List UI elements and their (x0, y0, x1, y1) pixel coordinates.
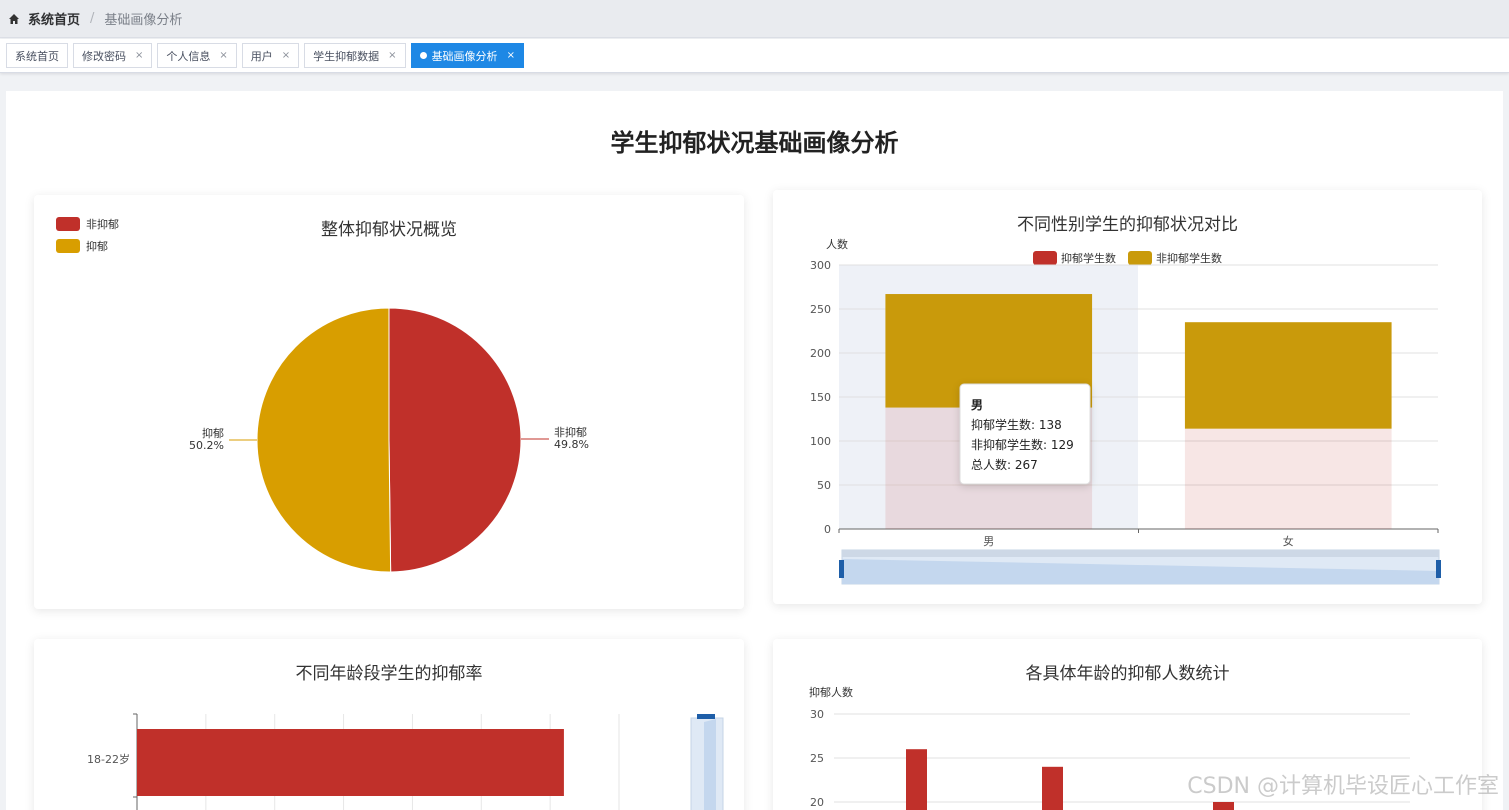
age-group-bar-chart: 18-22岁 (87, 713, 724, 810)
bar-legend-item[interactable]: 抑郁学生数 (1033, 251, 1116, 265)
zoom-data-shadow (704, 719, 716, 810)
close-icon[interactable]: × (507, 50, 515, 61)
tab-users[interactable]: 用户 × (241, 43, 300, 68)
legend-swatch (56, 239, 80, 253)
watermark: CSDN @计算机毕设匠心工作室 (1187, 774, 1499, 799)
pie-legend-item[interactable]: 非抑郁 (56, 217, 119, 231)
bar[interactable] (1042, 766, 1063, 810)
pie-chart: 非抑郁 抑郁 非抑郁 49.8% 抑郁 50.2% (56, 217, 589, 573)
tab-home[interactable]: 系统首页 (6, 43, 68, 68)
gender-bar-chart: 人数 抑郁学生数 非抑郁学生数 050100150200250300 男女 男 … (810, 238, 1441, 585)
x-tick-label: 女 (1283, 534, 1294, 548)
tooltip-line: 非抑郁学生数: 129 (971, 437, 1074, 452)
legend-swatch (1128, 251, 1152, 265)
y-tick-label: 150 (810, 391, 831, 404)
y-tick-label: 300 (810, 259, 831, 272)
y-tick-label: 100 (810, 435, 831, 448)
main-content: 学生抑郁状况基础画像分析 整体抑郁状况概览 非抑郁 抑郁 非抑郁 49.8% 抑… (6, 91, 1503, 810)
tab-label: 学生抑郁数据 (313, 49, 380, 63)
legend-swatch (56, 217, 80, 231)
pie-label-name: 抑郁 (202, 426, 224, 440)
tooltip-line: 抑郁学生数: 138 (971, 417, 1062, 432)
home-icon[interactable] (8, 13, 20, 25)
tab-change-password[interactable]: 修改密码 × (73, 43, 153, 68)
zoom-handle-top[interactable] (697, 714, 715, 719)
zoom-top-bar[interactable] (842, 550, 1439, 557)
legend-label: 抑郁 (86, 239, 108, 253)
bar[interactable] (1184, 428, 1392, 529)
close-icon[interactable]: × (388, 50, 396, 61)
tab-portrait-analysis[interactable]: 基础画像分析 × (410, 43, 524, 68)
tab-label: 系统首页 (15, 49, 59, 63)
breadcrumb: 系统首页 / 基础画像分析 (0, 0, 1509, 38)
tooltip-line: 总人数: 267 (971, 457, 1038, 472)
y-tick-label: 200 (810, 347, 831, 360)
active-dot-icon (419, 52, 427, 59)
y-tick-label: 25 (810, 752, 824, 765)
tab-label: 用户 (250, 49, 273, 63)
zoom-handle-left[interactable] (839, 560, 844, 578)
y-axis-label: 人数 (826, 238, 848, 251)
data-zoom-slider[interactable] (839, 549, 1441, 585)
card-overall-pie: 整体抑郁状况概览 非抑郁 抑郁 非抑郁 49.8% 抑郁 50.2% (34, 195, 744, 609)
y-tick-label: 0 (824, 523, 831, 536)
tabs-bar: 系统首页 修改密码 × 个人信息 × 用户 × 学生抑郁数据 × 基础画像分析 … (0, 39, 1509, 73)
bar[interactable] (1184, 322, 1392, 429)
bar[interactable] (1213, 802, 1234, 810)
breadcrumb-home[interactable]: 系统首页 (28, 9, 80, 28)
pie-label-name: 非抑郁 (554, 425, 587, 439)
x-tick-label: 男 (983, 535, 994, 548)
bar[interactable] (906, 749, 927, 810)
bar-legend-item[interactable]: 非抑郁学生数 (1128, 251, 1222, 265)
close-icon[interactable]: × (282, 50, 290, 61)
zoom-handle-right[interactable] (1436, 560, 1441, 578)
tab-profile[interactable]: 个人信息 × (157, 43, 237, 68)
card-gender-bar: 不同性别学生的抑郁状况对比 人数 抑郁学生数 非抑郁学生数 0 50 100 150 2… (773, 190, 1482, 604)
pie-slice[interactable] (256, 307, 392, 573)
legend-label: 非抑郁 (86, 217, 119, 231)
y-axis-label: 抑郁人数 (809, 685, 853, 699)
y-tick-label: 30 (810, 708, 824, 721)
tab-label: 基础画像分析 (431, 49, 498, 63)
page-title: 学生抑郁状况基础画像分析 (610, 129, 899, 157)
legend-swatch (1033, 251, 1057, 265)
breadcrumb-current: 基础画像分析 (104, 13, 183, 28)
breadcrumb-separator: / (90, 11, 95, 26)
pie-slice[interactable] (388, 307, 522, 573)
y-tick-label: 50 (817, 479, 831, 492)
close-icon[interactable]: × (219, 50, 227, 61)
category-label: 18-22岁 (87, 752, 130, 766)
pie-label-percent: 49.8% (554, 438, 589, 451)
close-icon[interactable]: × (135, 50, 143, 61)
tab-student-data[interactable]: 学生抑郁数据 × (304, 43, 406, 68)
pie-label-percent: 50.2% (189, 439, 224, 452)
card-age-group-bar: 不同年龄段学生的抑郁率 18-22岁 (34, 639, 744, 810)
y-tick-label: 20 (810, 796, 824, 809)
data-zoom-slider-vertical[interactable] (690, 714, 724, 810)
legend-label: 抑郁学生数 (1061, 251, 1116, 265)
tooltip-title: 男 (971, 398, 983, 412)
tab-label: 个人信息 (166, 49, 211, 63)
tab-label: 修改密码 (82, 49, 126, 63)
legend-label: 非抑郁学生数 (1156, 251, 1222, 265)
y-tick-label: 250 (810, 303, 831, 316)
tooltip: 男 抑郁学生数: 138 非抑郁学生数: 129 总人数: 267 (959, 383, 1091, 485)
pie-legend-item[interactable]: 抑郁 (56, 239, 108, 253)
bar[interactable] (137, 729, 564, 796)
